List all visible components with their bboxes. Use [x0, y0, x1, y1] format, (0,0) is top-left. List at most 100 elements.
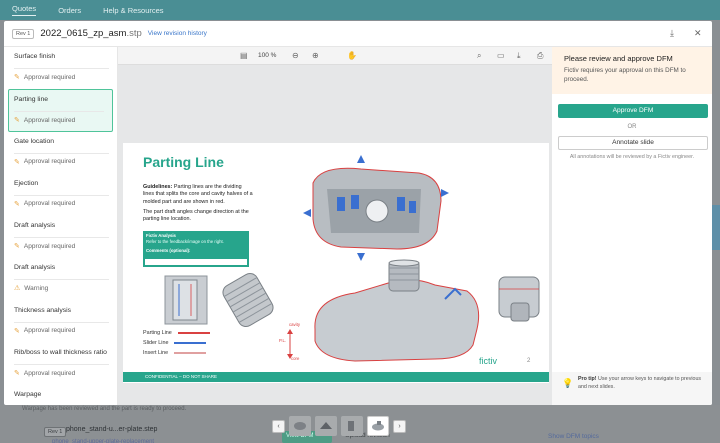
- checklist-item[interactable]: Warpage: [4, 385, 117, 405]
- slide-thumbnail[interactable]: [341, 416, 363, 436]
- print-icon[interactable]: ⎙: [537, 51, 543, 61]
- revision-history-link[interactable]: View revision history: [148, 30, 207, 37]
- cavity-label: cavity: [289, 322, 300, 327]
- checklist-title: Rib/boss to wall thickness ratio: [14, 349, 107, 357]
- approval-panel: Please review and approve DFM Fictiv req…: [552, 47, 712, 405]
- checklist-status-text: Approval required: [23, 116, 76, 124]
- edit-icon: ✎: [14, 158, 20, 166]
- checklist-item[interactable]: Draft analysis ⚠ Warning: [4, 258, 117, 300]
- checklist-item[interactable]: Rib/boss to wall thickness ratio ✎ Approv…: [4, 343, 117, 385]
- page-icon[interactable]: ▤: [240, 51, 248, 60]
- analysis-box-comments: Comments (optional):: [146, 248, 191, 253]
- checklist-title: Gate location: [14, 137, 55, 145]
- slide-thumbnail[interactable]: [315, 416, 337, 436]
- checklist-title: Thickness analysis: [14, 306, 72, 314]
- edit-icon: ✎: [14, 370, 20, 378]
- legend-label: Slider Line: [143, 340, 169, 346]
- comment-icon[interactable]: ▭: [497, 51, 505, 60]
- dfm-slide: Parting Line Guidelines: Parting lines a…: [123, 143, 549, 383]
- next-slide-button[interactable]: ›: [393, 419, 406, 433]
- checklist-title: Warpage: [14, 391, 42, 399]
- nav-orders[interactable]: Orders: [58, 6, 81, 15]
- checklist-item[interactable]: Draft analysis ✎ Approval required: [4, 216, 117, 258]
- cavity-half-render: [303, 155, 449, 261]
- download-icon[interactable]: ⤓: [670, 28, 674, 39]
- checklist-item-selected[interactable]: Parting line ✎ Approval required: [8, 89, 113, 132]
- legend-label: Insert Line: [143, 350, 169, 356]
- checklist-title: Parting line: [14, 96, 49, 104]
- checklist-item[interactable]: Thickness analysis ✎ Approval required: [4, 301, 117, 343]
- line-legend: Parting Line Slider Line Insert Line: [143, 328, 210, 358]
- approval-notice: Please review and approve DFM Fictiv req…: [552, 47, 712, 94]
- approval-body: Fictiv requires your approval on this DF…: [564, 67, 686, 83]
- revision-badge: Rev 1: [12, 28, 35, 39]
- pan-hand-icon[interactable]: ✋: [347, 51, 357, 60]
- legend-slider-line: Slider Line: [143, 338, 210, 348]
- legend-swatch: [174, 352, 207, 354]
- edit-icon: ✎: [14, 117, 20, 125]
- slide-viewer: ▤ 100 % ⊖ ⊕ ✋ ⌕ ▭ ⤓ ⎙ Parting Line Guide…: [118, 47, 552, 405]
- or-divider: OR: [627, 124, 637, 130]
- comments-field: [145, 259, 247, 265]
- checklist-status: ✎ Approval required: [14, 68, 109, 81]
- warning-icon: ⚠: [14, 285, 21, 293]
- checklist-status: ✎ Approval required: [14, 364, 109, 377]
- slider-detail-render: [498, 276, 540, 322]
- search-icon[interactable]: ⌕: [477, 51, 481, 61]
- pro-tip-label: Pro tip!: [578, 376, 597, 382]
- thumbnail-part-icon: [348, 421, 354, 431]
- zoom-out-icon[interactable]: ⊖: [292, 51, 299, 60]
- analysis-box-title: Fictiv Analysis: [146, 233, 176, 238]
- pl-direction-arrows: [287, 329, 293, 359]
- checklist-status: ✎ Approval required: [14, 237, 109, 250]
- checklist-status: ✎ Approval required: [14, 321, 109, 335]
- file-ext: .stp: [126, 28, 142, 39]
- annotate-slide-button[interactable]: Annotate slide: [558, 136, 708, 150]
- thumbnail-part-icon: [320, 422, 332, 429]
- zoom-in-icon[interactable]: ⊕: [312, 51, 319, 60]
- background-rev-badge: Rev 1: [44, 427, 67, 437]
- checklist-status: ✎ Approval required: [14, 152, 109, 166]
- prev-slide-button[interactable]: ‹: [272, 419, 285, 433]
- nav-help[interactable]: Help & Resources: [103, 6, 163, 15]
- legend-swatch: [174, 342, 207, 344]
- core-half-render: [314, 259, 480, 362]
- checklist-status-text: Approval required: [23, 369, 76, 377]
- legend-parting-line: Parting Line: [143, 328, 210, 338]
- nav-quotes[interactable]: Quotes: [12, 4, 37, 16]
- slide-note: The part draft angles change direction a…: [143, 209, 249, 223]
- checklist-status-text: Approval required: [23, 200, 76, 208]
- pro-tip-text: Use your arrow keys to navigate to previ…: [578, 376, 702, 390]
- checklist-status: ✎ Approval required: [14, 111, 104, 124]
- checklist-status-text: Approval required: [23, 327, 76, 335]
- slide-page-number: 2: [527, 358, 531, 364]
- checklist-item[interactable]: Surface finish ✎ Approval required: [4, 47, 117, 89]
- edit-icon: ✎: [14, 243, 20, 251]
- checklist-item[interactable]: Gate location ✎ Approval required: [4, 132, 117, 174]
- legend-insert-line: Insert Line: [143, 348, 210, 358]
- checklist-title: Ejection: [14, 179, 39, 187]
- checklist-item[interactable]: Ejection ✎ Approval required: [4, 174, 117, 216]
- part-detail-image: [164, 275, 208, 325]
- download-icon[interactable]: ⤓: [517, 51, 521, 61]
- slide-carousel: ‹ ›: [272, 415, 406, 437]
- checklist-status-text: Approval required: [23, 73, 76, 81]
- slide-thumbnail[interactable]: [289, 416, 311, 436]
- parting-line-label: P.L.: [279, 338, 287, 343]
- checklist-status-text: Approval required: [23, 242, 76, 250]
- background-status-line: Warpage has been reviewed and the part i…: [22, 406, 187, 412]
- checklist-title: Draft analysis: [14, 264, 56, 272]
- checklist-status: ✎ Approval required: [14, 194, 109, 208]
- thumbnail-part-icon: [294, 422, 306, 430]
- approve-dfm-button[interactable]: Approve DFM: [558, 104, 708, 118]
- pro-tip: 💡 Pro tip! Use your arrow keys to naviga…: [552, 372, 712, 405]
- close-icon[interactable]: ✕: [694, 28, 702, 39]
- slide-thumbnail-active[interactable]: [367, 416, 389, 436]
- dfm-checklist: Surface finish ✎ Approval required Partin…: [4, 47, 118, 405]
- annotation-note: All annotations will be reviewed by a Fi…: [569, 154, 695, 160]
- modal-header: Rev 1 2022_0615_zp_asm.stp View revision…: [4, 21, 712, 47]
- zoom-level[interactable]: 100 %: [258, 52, 276, 59]
- edit-icon: ✎: [14, 200, 20, 208]
- checklist-status-text: Approval required: [23, 158, 76, 166]
- background-part-link: phone_stand-upper-plate-replacement: [52, 439, 155, 443]
